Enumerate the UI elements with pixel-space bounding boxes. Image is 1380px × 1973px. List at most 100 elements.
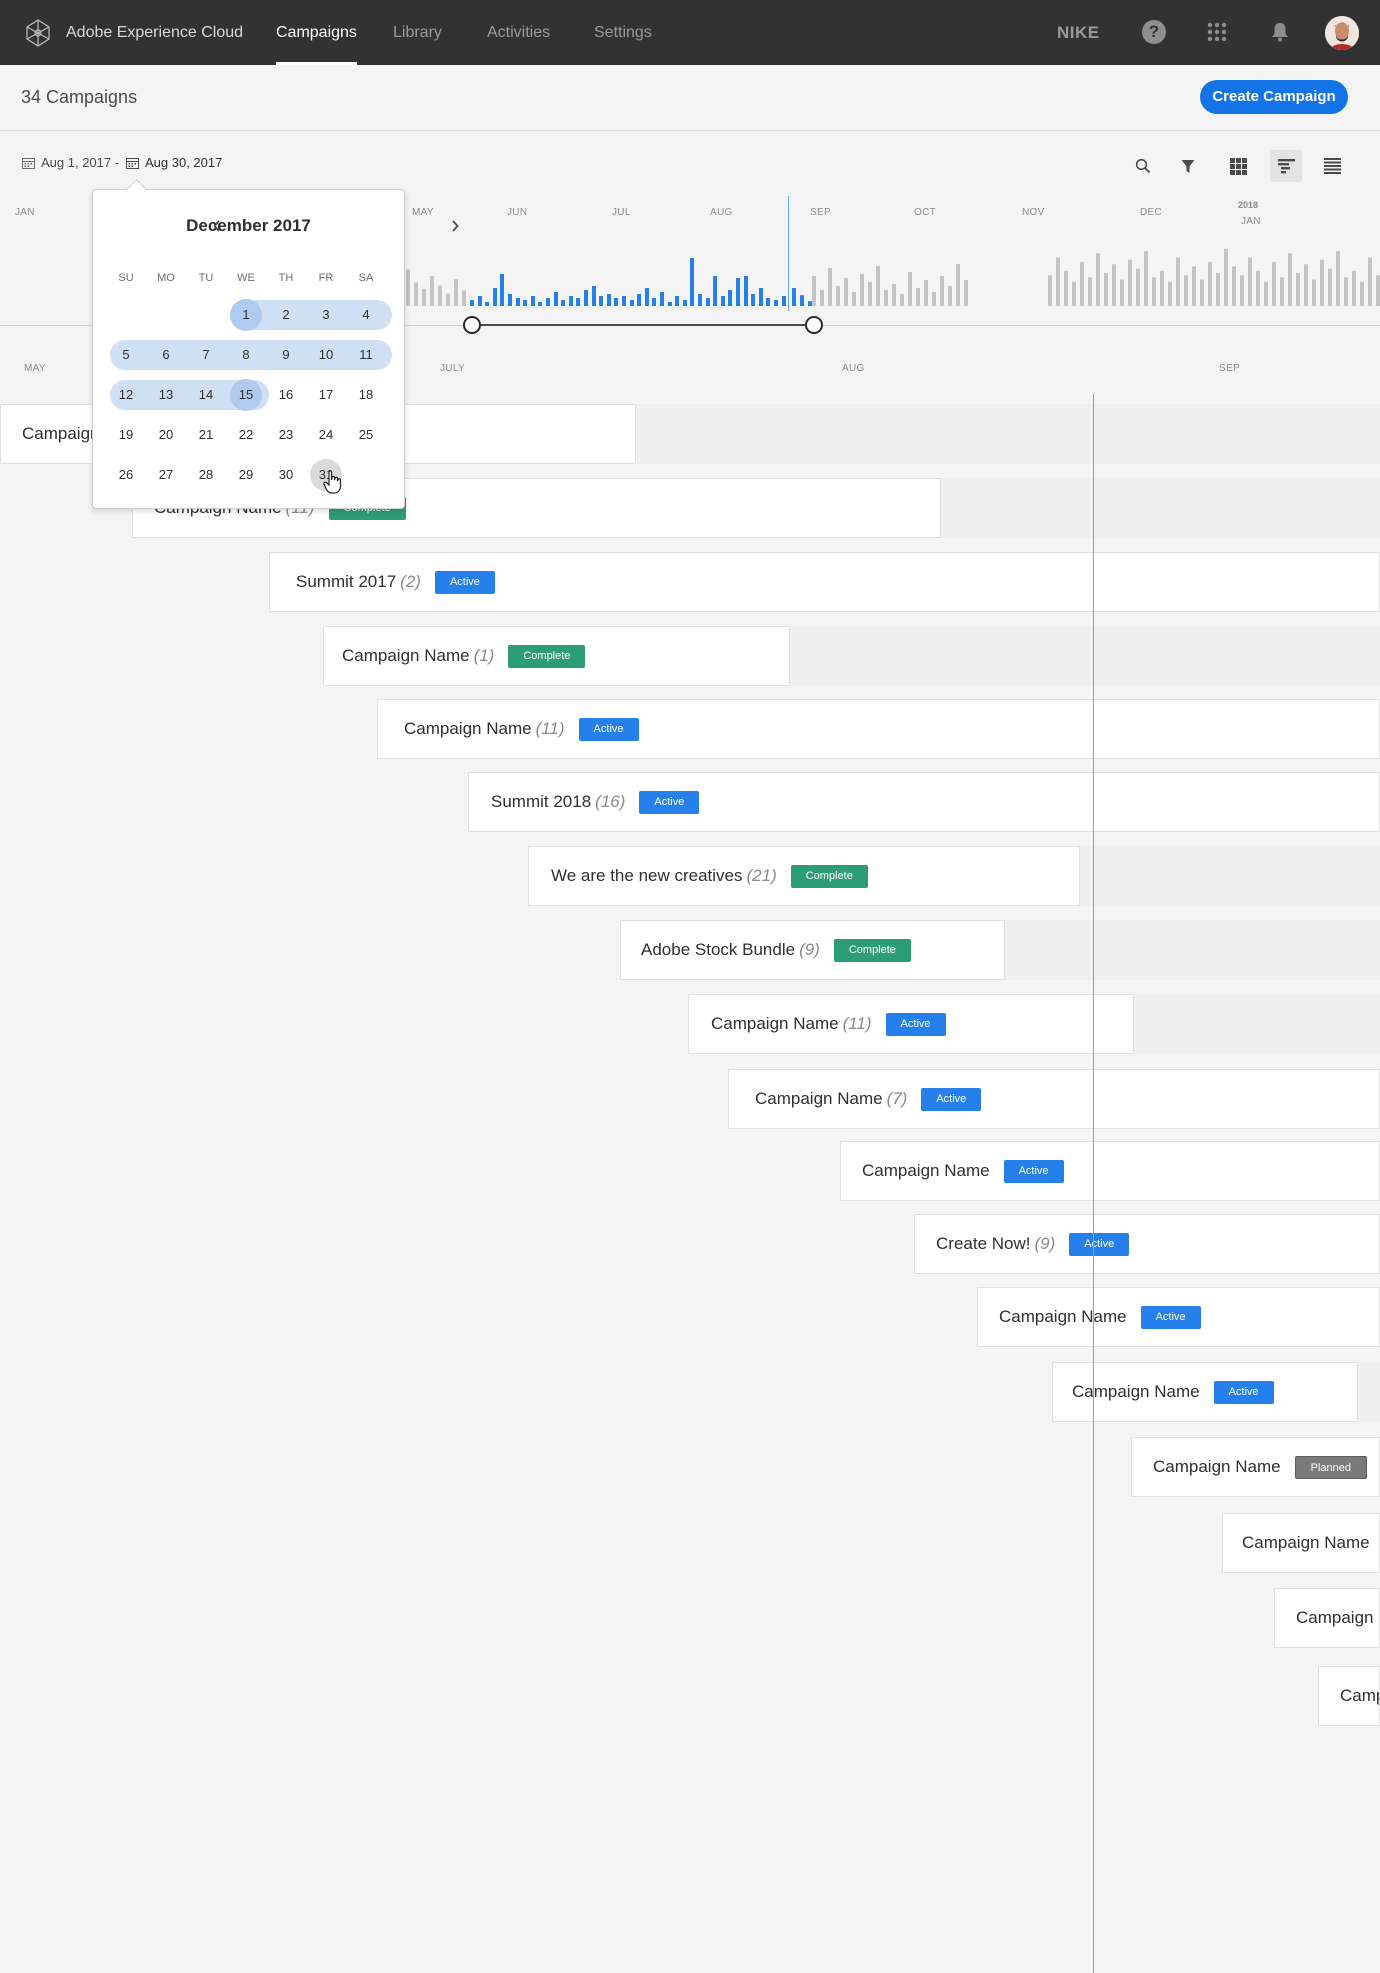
apps-grid-icon[interactable] — [1204, 19, 1230, 45]
campaign-row[interactable]: Campaign Name — [1318, 1666, 1380, 1726]
campaign-row[interactable]: Campaign Name — [1274, 1588, 1380, 1648]
campaign-row[interactable]: Campaign Name (11) Active — [688, 994, 1380, 1054]
calendar-day[interactable]: 17 — [306, 380, 346, 410]
histogram-bar — [844, 278, 848, 306]
calendar-day[interactable]: 7 — [186, 340, 226, 370]
campaign-row[interactable]: Campaign Name Active — [840, 1141, 1380, 1201]
campaign-row[interactable]: Campaign Name (11) Active — [377, 699, 1380, 759]
campaign-row[interactable]: Campaign Name Planned — [1131, 1437, 1380, 1497]
calendar-day[interactable]: 27 — [146, 460, 186, 490]
histogram-bar — [792, 288, 796, 306]
campaign-card[interactable]: Campaign Name Active — [1052, 1362, 1358, 1422]
tab-campaigns[interactable]: Campaigns — [276, 0, 357, 65]
histogram-bar — [569, 296, 573, 306]
search-icon[interactable] — [1127, 150, 1159, 182]
histogram-bar — [1096, 253, 1100, 306]
campaign-card[interactable]: Adobe Stock Bundle (9) Complete — [620, 920, 1005, 980]
campaign-card[interactable]: Campaign Name (11) Active — [688, 994, 1134, 1054]
campaign-card[interactable]: Campaign Name Active — [977, 1287, 1380, 1347]
calendar-day[interactable]: 28 — [186, 460, 226, 490]
calendar-day[interactable]: 10 — [306, 340, 346, 370]
campaign-card[interactable]: Campaign Name Active — [840, 1141, 1380, 1201]
calendar-day[interactable]: 11 — [346, 340, 386, 370]
calendar-day[interactable]: 30 — [266, 460, 306, 490]
create-campaign-button[interactable]: Create Campaign — [1200, 80, 1348, 114]
campaign-name: Campaign Name — [1072, 1382, 1200, 1401]
grid-view-icon[interactable] — [1222, 150, 1254, 182]
histogram-bar — [406, 269, 410, 306]
histogram-bar — [1288, 253, 1292, 306]
campaign-row[interactable]: Summit 2017 (2) Active — [269, 552, 1380, 612]
calendar-day[interactable]: 18 — [346, 380, 386, 410]
calendar-day[interactable]: 26 — [106, 460, 146, 490]
calendar-day[interactable]: 13 — [146, 380, 186, 410]
campaign-name: Campaign Name — [711, 1014, 839, 1033]
next-month-button[interactable] — [441, 212, 469, 240]
campaign-card[interactable]: Create Now! (9) Active — [914, 1214, 1380, 1274]
histogram-bar — [576, 298, 580, 306]
calendar-day[interactable]: 14 — [186, 380, 226, 410]
brand[interactable]: Adobe Experience Cloud — [22, 0, 243, 65]
campaign-card[interactable]: Campaign Name — [1318, 1666, 1380, 1726]
histogram-bar — [1192, 266, 1196, 306]
filter-icon[interactable] — [1172, 150, 1204, 182]
campaign-card[interactable]: Summit 2017 (2) Active — [269, 552, 1380, 612]
start-date-picker[interactable]: Aug 1, 2017 - — [22, 155, 119, 170]
status-badge: Active — [921, 1087, 982, 1111]
campaign-card[interactable]: Campaign Name (7) Active — [728, 1069, 1380, 1129]
calendar-day[interactable]: 6 — [146, 340, 186, 370]
help-icon[interactable]: ? — [1141, 19, 1167, 45]
campaign-card[interactable]: Campaign Name Planned — [1131, 1437, 1380, 1497]
campaign-card[interactable]: Campaign Name — [1222, 1513, 1380, 1573]
campaign-row[interactable]: We are the new creatives (21) Complete — [528, 846, 1380, 906]
campaign-card[interactable]: Campaign Name (11) Active — [377, 699, 1380, 759]
campaign-row[interactable]: Campaign Name Active — [1052, 1362, 1380, 1422]
histogram-bar — [485, 302, 489, 306]
campaign-row[interactable]: Campaign Name — [1222, 1513, 1380, 1573]
calendar-day[interactable]: 24 — [306, 420, 346, 450]
tab-activities[interactable]: Activities — [487, 0, 550, 65]
calendar-day[interactable]: 29 — [226, 460, 266, 490]
campaign-row[interactable]: Create Now! (9) Active — [914, 1214, 1380, 1274]
campaign-row[interactable]: Adobe Stock Bundle (9) Complete — [620, 920, 1380, 980]
calendar-day[interactable]: 20 — [146, 420, 186, 450]
calendar-day[interactable]: 25 — [346, 420, 386, 450]
calendar-day[interactable]: 3 — [306, 300, 346, 330]
campaign-card[interactable]: Campaign Name — [1274, 1588, 1380, 1648]
campaign-card[interactable]: We are the new creatives (21) Complete — [528, 846, 1080, 906]
end-date-picker[interactable]: Aug 30, 2017 — [126, 155, 222, 170]
calendar-day[interactable]: 8 — [226, 340, 266, 370]
calendar-day[interactable]: 5 — [106, 340, 146, 370]
calendar-day[interactable]: 23 — [266, 420, 306, 450]
campaign-row[interactable]: Campaign Name (7) Active — [728, 1069, 1380, 1129]
calendar-day[interactable]: 15 — [226, 379, 266, 411]
timeline-view-icon[interactable] — [1270, 150, 1302, 182]
org-name[interactable]: NIKE — [1057, 0, 1100, 65]
tab-settings[interactable]: Settings — [594, 0, 652, 65]
calendar-day[interactable]: 16 — [266, 380, 306, 410]
campaign-row[interactable]: Summit 2018 (16) Active — [468, 772, 1380, 832]
tab-library[interactable]: Library — [393, 0, 442, 65]
histogram-bar — [1376, 275, 1380, 306]
calendar-day[interactable]: 9 — [266, 340, 306, 370]
histogram-bar — [751, 294, 755, 306]
campaign-row[interactable]: Campaign Name Active — [977, 1287, 1380, 1347]
calendar-day[interactable]: 12 — [106, 380, 146, 410]
campaign-card[interactable]: Summit 2018 (16) Active — [468, 772, 1380, 832]
calendar-day[interactable]: 4 — [346, 300, 386, 330]
calendar-day[interactable]: 21 — [186, 420, 226, 450]
campaign-row[interactable]: Campaign Name (1) Complete — [323, 626, 1380, 686]
calendar-day[interactable]: 22 — [226, 420, 266, 450]
campaign-count: (11) — [535, 719, 565, 738]
list-view-icon[interactable] — [1316, 150, 1348, 182]
overview-today-line — [788, 196, 789, 311]
status-badge: Planned — [1294, 1455, 1367, 1479]
calendar-day[interactable]: 2 — [266, 300, 306, 330]
campaign-card[interactable]: Campaign Name (1) Complete — [323, 626, 790, 686]
avatar[interactable] — [1325, 16, 1359, 50]
histogram-bar — [1344, 277, 1348, 306]
calendar-day[interactable]: 1 — [226, 299, 266, 331]
calendar-day[interactable]: 19 — [106, 420, 146, 450]
histogram-bar — [478, 296, 482, 306]
bell-icon[interactable] — [1267, 19, 1293, 45]
